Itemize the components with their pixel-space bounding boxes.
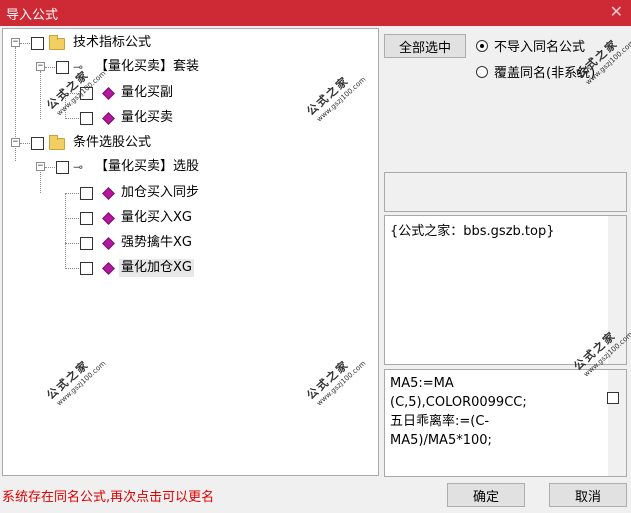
formula-icon xyxy=(102,237,115,250)
radio-label: 覆盖同名(非系统) xyxy=(494,66,596,81)
tree-line xyxy=(65,193,66,269)
tree-node-label[interactable]: 条件选股公式 xyxy=(73,134,151,152)
radio-label: 不导入同名公式 xyxy=(494,40,586,55)
tree-checkbox[interactable] xyxy=(31,37,44,50)
code-line: MA5:=MA xyxy=(390,376,454,391)
formula-code-box[interactable]: MA5:=MA (C,5),COLOR0099CC; 五日乖离率:=(C- MA… xyxy=(384,369,627,477)
tree-checkbox[interactable] xyxy=(31,137,44,150)
tree-checkbox[interactable] xyxy=(80,212,93,225)
code-checkbox[interactable] xyxy=(607,392,619,404)
select-all-button[interactable]: 全部选中 xyxy=(384,34,466,58)
tree-line xyxy=(15,47,16,143)
tree-line xyxy=(40,71,41,119)
tree-node-label-selected[interactable]: 量化加仓XG xyxy=(119,259,194,277)
close-icon[interactable]: ✕ xyxy=(610,2,623,21)
formula-tree[interactable]: − 技术指标公式 − ⊸ 【量化买卖】套装 量化买副 量化买卖 − 条件选股公式… xyxy=(2,28,379,476)
tree-line xyxy=(65,243,79,244)
tree-checkbox[interactable] xyxy=(56,161,69,174)
collapse-icon[interactable]: − xyxy=(36,62,45,71)
tree-node-label[interactable]: 量化买卖 xyxy=(121,109,173,127)
tree-node-label[interactable]: 强势擒牛XG xyxy=(121,234,192,252)
tree-node-label[interactable]: 【量化买卖】选股 xyxy=(95,158,199,176)
tree-line xyxy=(65,118,79,119)
code-lines: MA5:=MA (C,5),COLOR0099CC; 五日乖离率:=(C- MA… xyxy=(390,374,590,450)
scrollbar[interactable] xyxy=(608,370,626,476)
tree-checkbox[interactable] xyxy=(80,237,93,250)
scrollbar[interactable] xyxy=(608,216,626,364)
tree-line xyxy=(65,93,79,94)
tree-node-label[interactable]: 【量化买卖】套装 xyxy=(95,58,199,76)
window-title: 导入公式 xyxy=(6,7,59,23)
tree-node-label[interactable]: 量化买副 xyxy=(121,84,173,102)
tree-checkbox[interactable] xyxy=(80,112,93,125)
cancel-button[interactable]: 取消 xyxy=(549,483,627,507)
watermark-url: www.gszj100.com xyxy=(315,359,368,408)
tree-node-label[interactable]: 加仓买入同步 xyxy=(121,184,199,202)
formula-icon xyxy=(102,212,115,225)
tree-line xyxy=(65,95,66,119)
tree-line xyxy=(20,43,30,44)
formula-icon xyxy=(102,187,115,200)
title-bar: 导入公式 ✕ xyxy=(0,0,631,26)
tree-node-label[interactable]: 技术指标公式 xyxy=(73,34,151,52)
tree-line xyxy=(20,143,30,144)
description-text: {公式之家：bbs.gszb.top} xyxy=(390,224,555,239)
watermark-text: 公式之家 xyxy=(304,73,352,119)
watermark-text: 公式之家 xyxy=(44,357,92,403)
watermark: 公式之家 www.gszj100.com xyxy=(303,63,367,124)
ok-button[interactable]: 确定 xyxy=(447,483,525,507)
formula-icon xyxy=(102,87,115,100)
tree-checkbox[interactable] xyxy=(56,61,69,74)
collapse-icon[interactable]: − xyxy=(11,38,20,47)
key-icon: ⊸ xyxy=(73,160,84,174)
tree-line xyxy=(45,167,55,168)
code-line: 五日乖离率:=(C- xyxy=(390,414,490,429)
code-line: (C,5),COLOR0099CC; xyxy=(390,395,527,410)
radio-dot[interactable] xyxy=(476,39,488,52)
radio-skip-duplicates[interactable]: 不导入同名公式 xyxy=(476,36,585,55)
tree-node-label[interactable]: 量化买入XG xyxy=(121,209,192,227)
collapse-icon[interactable]: − xyxy=(36,162,45,171)
folder-icon xyxy=(49,135,65,150)
watermark-text: 公式之家 xyxy=(304,357,352,403)
tree-line xyxy=(40,169,41,193)
radio-overwrite-duplicates[interactable]: 覆盖同名(非系统) xyxy=(476,62,595,81)
status-message: 系统存在同名公式,再次点击可以更名 xyxy=(2,490,215,505)
watermark-url: www.gszj100.com xyxy=(55,359,108,408)
description-box[interactable]: {公式之家：bbs.gszb.top} xyxy=(384,215,627,365)
tree-line xyxy=(65,193,79,194)
folder-icon xyxy=(49,35,65,50)
collapse-icon[interactable]: − xyxy=(11,138,20,147)
tree-line xyxy=(65,268,79,269)
tree-line xyxy=(45,67,55,68)
formula-icon xyxy=(102,112,115,125)
formula-icon xyxy=(102,262,115,275)
watermark: 公式之家 www.gszj100.com xyxy=(303,347,367,408)
tree-checkbox[interactable] xyxy=(80,187,93,200)
tree-checkbox[interactable] xyxy=(80,262,93,275)
info-field xyxy=(384,172,627,212)
tree-checkbox[interactable] xyxy=(80,87,93,100)
code-line: MA5)/MA5*100; xyxy=(390,433,492,448)
watermark: 公式之家 www.gszj100.com xyxy=(43,347,107,408)
radio-dot[interactable] xyxy=(476,65,488,78)
key-icon: ⊸ xyxy=(73,60,84,74)
watermark-url: www.gszj100.com xyxy=(315,75,368,124)
tree-line xyxy=(65,218,79,219)
